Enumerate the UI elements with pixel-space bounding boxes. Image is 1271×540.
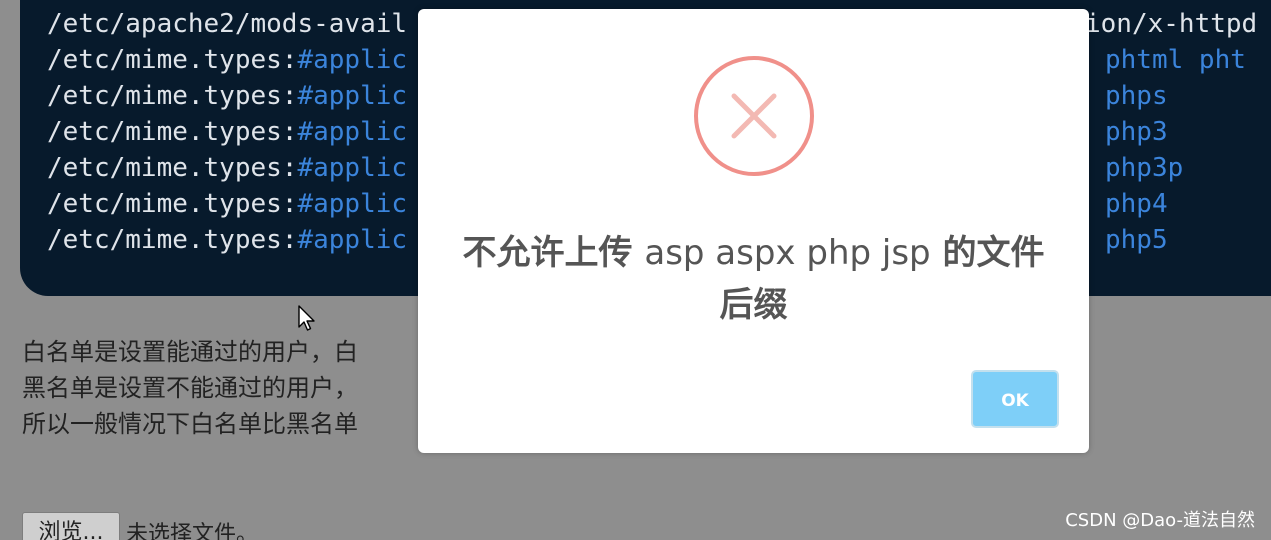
code-lines: /etc/apache2/mods-avail /etc/mime.types:…: [47, 6, 407, 258]
code-line: /etc/apache2/mods-avail: [47, 9, 408, 39]
code-line-right: ion/x-httpd: [1085, 9, 1258, 39]
code-line-right: phps: [1105, 81, 1168, 111]
code-line-right: php3: [1105, 117, 1168, 147]
description-line: 黑名单是设置不能通过的用户，: [22, 374, 358, 402]
code-line: /etc/mime.types:#applic: [47, 45, 408, 75]
code-lines-right: phtml pht phps php3 php3p php4 php5: [1105, 42, 1246, 258]
description-line: 所以一般情况下白名单比黑名单: [22, 410, 358, 438]
code-line: /etc/mime.types:#applic: [47, 189, 408, 219]
page: /etc/apache2/mods-avail /etc/mime.types:…: [0, 0, 1271, 540]
code-line-right: php3p: [1105, 153, 1184, 183]
error-x-icon: [692, 54, 816, 178]
dialog-title-prefix: 不允许上传: [462, 233, 633, 273]
dialog-title-extensions: asp aspx php jsp: [644, 233, 931, 273]
code-line: /etc/mime.types:#applic: [47, 225, 408, 255]
mouse-cursor-icon: [298, 305, 316, 337]
code-line-right: phtml pht: [1105, 45, 1246, 75]
code-line-right: php5: [1105, 225, 1168, 255]
code-line: /etc/mime.types:#applic: [47, 81, 408, 111]
browse-button[interactable]: 浏览...: [22, 512, 120, 540]
description-text: 白名单是设置能通过的用户，白 黑名单是设置不能通过的用户， 所以一般情况下白名单…: [22, 334, 358, 442]
alert-dialog: 不允许上传 asp aspx php jsp 的文件后缀 OK: [418, 9, 1089, 453]
file-status-text: 未选择文件。: [126, 522, 259, 540]
watermark: CSDN @Dao-道法自然: [1065, 510, 1255, 531]
dialog-title: 不允许上传 asp aspx php jsp 的文件后缀: [448, 227, 1059, 331]
ok-button[interactable]: OK: [971, 370, 1059, 428]
code-line: /etc/mime.types:#applic: [47, 153, 408, 183]
code-line-right: php4: [1105, 189, 1168, 219]
code-line: /etc/mime.types:#applic: [47, 117, 408, 147]
description-line: 白名单是设置能通过的用户，白: [22, 338, 358, 366]
